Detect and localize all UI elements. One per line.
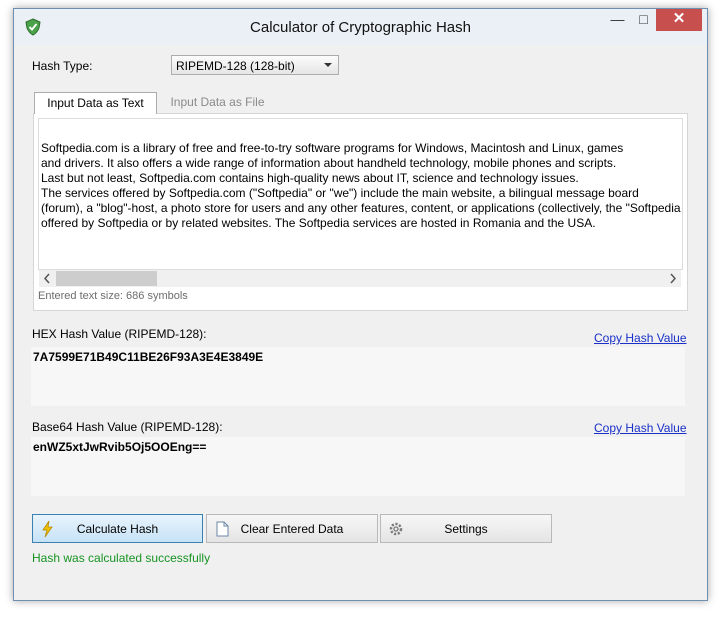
base64-hash-field[interactable]: enWZ5xtJwRvib5Oj5OOEng== bbox=[31, 437, 685, 496]
clear-entered-data-label: Clear Entered Data bbox=[240, 522, 344, 536]
settings-button[interactable]: Settings bbox=[380, 514, 552, 543]
input-line: (forum), a "blog"-host, a photo store fo… bbox=[41, 201, 681, 215]
clear-entered-data-button[interactable]: Clear Entered Data bbox=[206, 514, 378, 543]
text-size-status: Entered text size: 686 symbols bbox=[38, 290, 188, 302]
scroll-left-icon[interactable] bbox=[39, 270, 56, 287]
app-window: Calculator of Cryptographic Hash — □ ✕ H… bbox=[13, 8, 708, 601]
tab-input-file[interactable]: Input Data as File bbox=[159, 92, 276, 113]
copy-hex-hash-link[interactable]: Copy Hash Value bbox=[594, 331, 687, 345]
input-line: Last but not least, Softpedia.com contai… bbox=[41, 171, 579, 185]
input-line: The services offered by Softpedia.com ("… bbox=[41, 186, 639, 200]
scroll-right-icon[interactable] bbox=[664, 270, 681, 287]
tab-input-text[interactable]: Input Data as Text bbox=[34, 92, 157, 114]
copy-base64-hash-link[interactable]: Copy Hash Value bbox=[594, 421, 687, 435]
hash-type-selected: RIPEMD-128 (128-bit) bbox=[176, 59, 295, 73]
status-message: Hash was calculated successfully bbox=[32, 551, 211, 565]
chevron-down-icon bbox=[324, 63, 332, 67]
hash-type-select[interactable]: RIPEMD-128 (128-bit) bbox=[171, 55, 339, 75]
settings-label: Settings bbox=[444, 522, 488, 536]
hash-type-label: Hash Type: bbox=[32, 59, 93, 73]
input-line: and drivers. It also offers a wide range… bbox=[41, 156, 617, 170]
input-line: offered by Softpedia or by related websi… bbox=[41, 216, 596, 230]
base64-hash-value: enWZ5xtJwRvib5Oj5OOEng== bbox=[33, 440, 207, 454]
calculate-hash-label: Calculate Hash bbox=[76, 522, 159, 536]
base64-hash-label: Base64 Hash Value (RIPEMD-128): bbox=[32, 420, 223, 434]
title-bar[interactable]: Calculator of Cryptographic Hash — □ ✕ bbox=[14, 9, 707, 45]
tab-panel-text: Softpedia.com is a library of free and f… bbox=[33, 113, 688, 311]
hex-hash-field[interactable]: 7A7599E71B49C11BE26F93A3E4E3849E bbox=[31, 347, 685, 406]
hex-hash-label: HEX Hash Value (RIPEMD-128): bbox=[32, 327, 207, 341]
close-button[interactable]: ✕ bbox=[656, 9, 702, 31]
minimize-button[interactable]: — bbox=[604, 9, 631, 31]
hex-hash-value: 7A7599E71B49C11BE26F93A3E4E3849E bbox=[33, 350, 264, 364]
horizontal-scrollbar[interactable] bbox=[39, 270, 681, 287]
scroll-thumb[interactable] bbox=[56, 271, 157, 286]
input-text-area[interactable]: Softpedia.com is a library of free and f… bbox=[38, 118, 683, 270]
input-line: Softpedia.com is a library of free and f… bbox=[41, 141, 624, 155]
maximize-button[interactable]: □ bbox=[631, 9, 656, 31]
calculate-hash-button[interactable]: Calculate Hash bbox=[32, 514, 203, 543]
